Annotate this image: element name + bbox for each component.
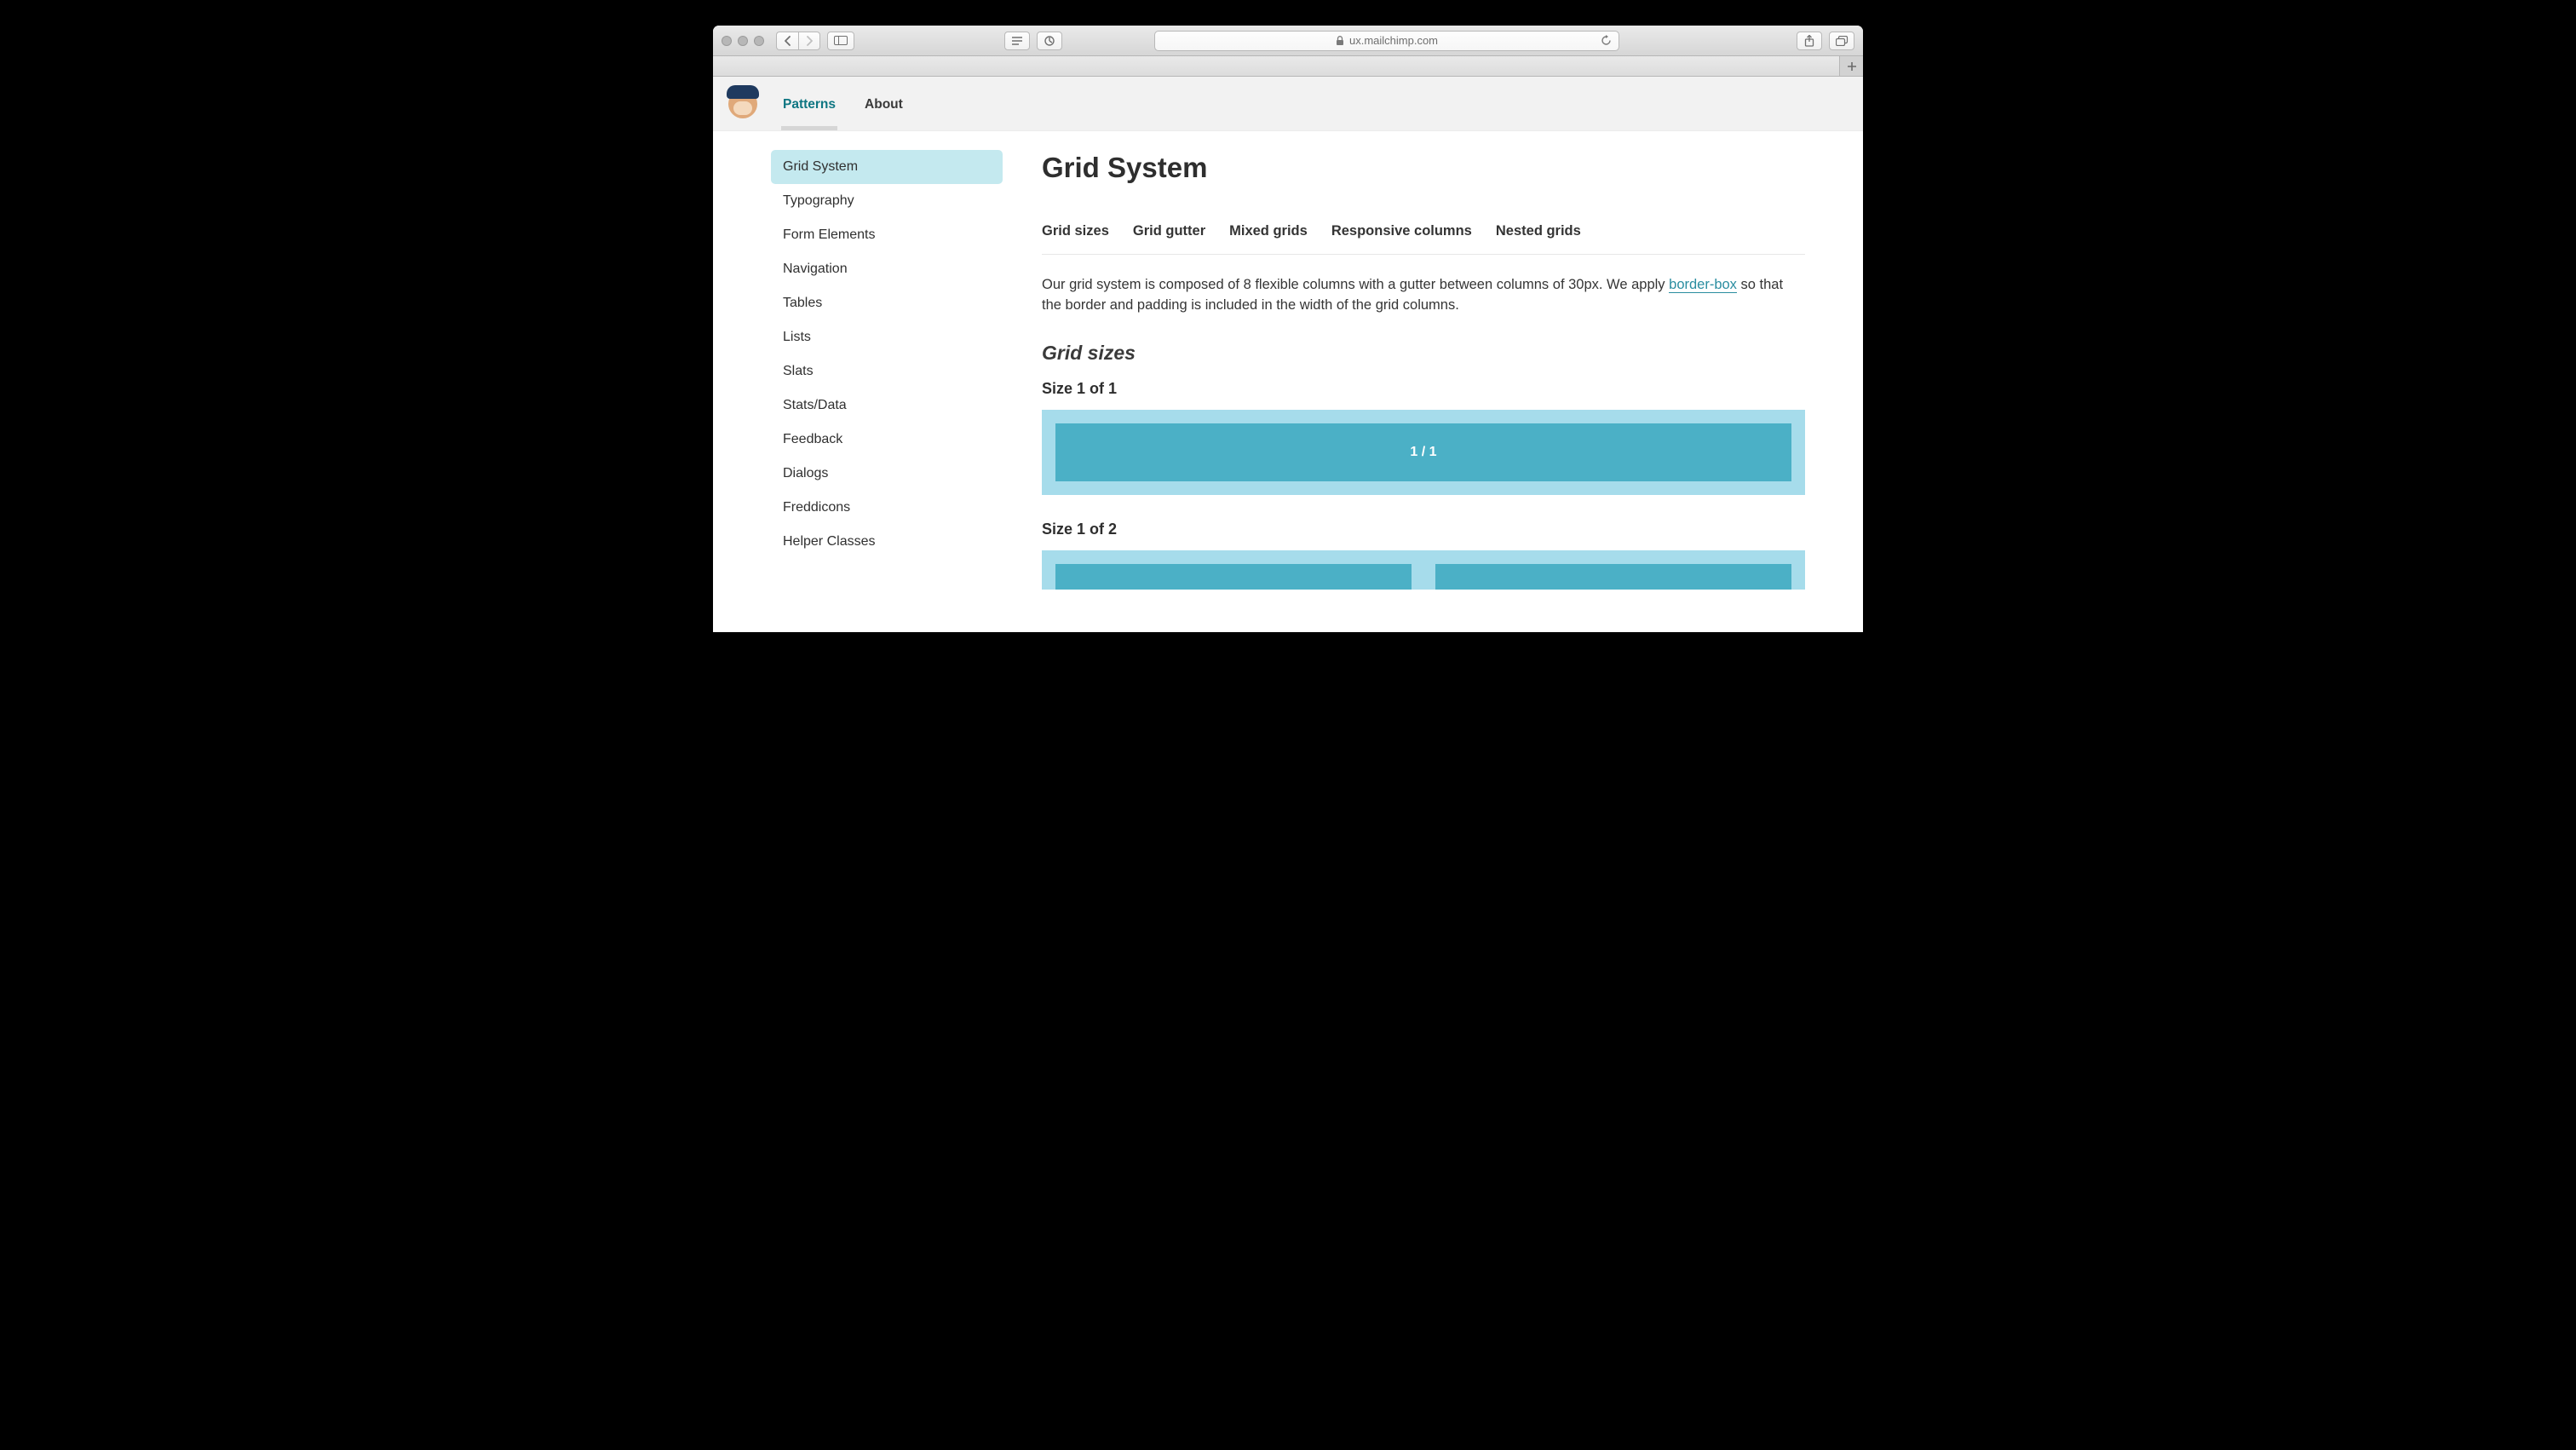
sidebar-item-stats-data[interactable]: Stats/Data	[771, 388, 1003, 423]
sidebar-item-freddicons[interactable]: Freddicons	[771, 491, 1003, 525]
anchor-mixed-grids[interactable]: Mixed grids	[1229, 223, 1308, 239]
mailchimp-logo-icon[interactable]	[728, 89, 757, 118]
sidebar-toggle-button[interactable]	[827, 32, 854, 50]
new-tab-button[interactable]	[1839, 56, 1863, 77]
sidebar-item-helper-classes[interactable]: Helper Classes	[771, 525, 1003, 559]
border-box-link[interactable]: border-box	[1669, 277, 1737, 293]
address-bar-host: ux.mailchimp.com	[1349, 34, 1438, 47]
nav-patterns[interactable]: Patterns	[781, 78, 837, 130]
anchor-grid-gutter[interactable]: Grid gutter	[1133, 223, 1205, 239]
site-settings-button[interactable]	[1037, 32, 1062, 50]
close-dot-icon[interactable]	[722, 36, 732, 46]
grid-demo-1of2	[1042, 550, 1805, 590]
main-content: Grid System Grid sizes Grid gutter Mixed…	[1042, 150, 1805, 590]
nav-about[interactable]: About	[863, 78, 905, 130]
sidebar-item-typography[interactable]: Typography	[771, 184, 1003, 218]
browser-window: ux.mailchimp.com Patterns About	[713, 26, 1863, 632]
sidebar-item-navigation[interactable]: Navigation	[771, 252, 1003, 286]
example-title-1of2: Size 1 of 2	[1042, 521, 1805, 538]
sidebar-item-slats[interactable]: Slats	[771, 354, 1003, 388]
forward-button[interactable]	[798, 32, 820, 50]
share-button[interactable]	[1797, 32, 1822, 50]
grid-demo-1of1: 1 / 1	[1042, 410, 1805, 495]
sidebar-item-dialogs[interactable]: Dialogs	[771, 457, 1003, 491]
sidebar-item-tables[interactable]: Tables	[771, 286, 1003, 320]
page-viewport: Patterns About Grid System Typography Fo…	[713, 77, 1863, 632]
browser-tabstrip	[713, 56, 1863, 77]
reload-button[interactable]	[1601, 35, 1612, 46]
reader-button[interactable]	[1004, 32, 1030, 50]
sidebar-item-grid-system[interactable]: Grid System	[771, 150, 1003, 184]
sidebar-item-form-elements[interactable]: Form Elements	[771, 218, 1003, 252]
show-tabs-button[interactable]	[1829, 32, 1854, 50]
minimize-dot-icon[interactable]	[738, 36, 748, 46]
anchor-nav: Grid sizes Grid gutter Mixed grids Respo…	[1042, 208, 1805, 255]
sidebar: Grid System Typography Form Elements Nav…	[771, 150, 1003, 590]
page-title: Grid System	[1042, 152, 1805, 184]
anchor-responsive-columns[interactable]: Responsive columns	[1331, 223, 1472, 239]
grid-cell	[1055, 564, 1412, 590]
browser-toolbar: ux.mailchimp.com	[713, 26, 1863, 56]
zoom-dot-icon[interactable]	[754, 36, 764, 46]
grid-cell: 1 / 1	[1055, 423, 1791, 481]
nav-back-forward	[776, 32, 820, 50]
grid-cell	[1435, 564, 1791, 590]
intro-text-pre: Our grid system is composed of 8 flexibl…	[1042, 277, 1669, 292]
sidebar-item-lists[interactable]: Lists	[771, 320, 1003, 354]
section-heading-grid-sizes: Grid sizes	[1042, 342, 1805, 365]
sidebar-item-feedback[interactable]: Feedback	[771, 423, 1003, 457]
example-title-1of1: Size 1 of 1	[1042, 380, 1805, 398]
anchor-grid-sizes[interactable]: Grid sizes	[1042, 223, 1109, 239]
lock-icon	[1336, 36, 1344, 46]
address-bar[interactable]: ux.mailchimp.com	[1154, 31, 1619, 51]
primary-nav: Patterns About	[781, 77, 905, 130]
intro-paragraph: Our grid system is composed of 8 flexibl…	[1042, 275, 1805, 316]
site-header: Patterns About	[713, 77, 1863, 131]
anchor-nested-grids[interactable]: Nested grids	[1496, 223, 1581, 239]
page-body: Grid System Typography Form Elements Nav…	[713, 131, 1863, 590]
back-button[interactable]	[776, 32, 798, 50]
window-controls[interactable]	[722, 36, 764, 46]
